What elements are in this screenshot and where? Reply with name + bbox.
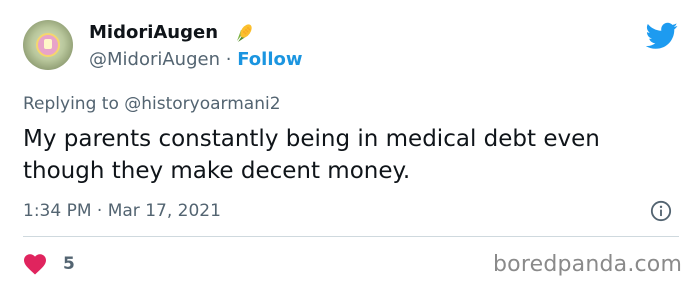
heart-icon[interactable] [23,253,47,275]
tweet-timestamp[interactable]: 1:34 PM · Mar 17, 2021 [23,198,221,224]
replying-to[interactable]: Replying to @historyoarmani2 [23,91,281,117]
like-count[interactable]: 5 [63,251,75,277]
divider [23,236,679,237]
follow-link[interactable]: Follow [237,49,302,70]
watermark: boredpanda.com [493,252,683,277]
info-icon[interactable] [650,200,672,222]
twitter-bird-icon[interactable] [646,22,678,50]
avatar[interactable] [23,20,73,70]
corn-icon [237,24,252,42]
author-handle[interactable]: @MidoriAugen [89,49,220,70]
author-display-name[interactable]: MidoriAugen [89,20,218,46]
handle-line: @MidoriAugen · Follow [89,47,303,73]
avatar-badge [36,33,60,57]
tweet-text: My parents constantly being in medical d… [23,126,600,184]
handle-separator: · [225,49,232,70]
